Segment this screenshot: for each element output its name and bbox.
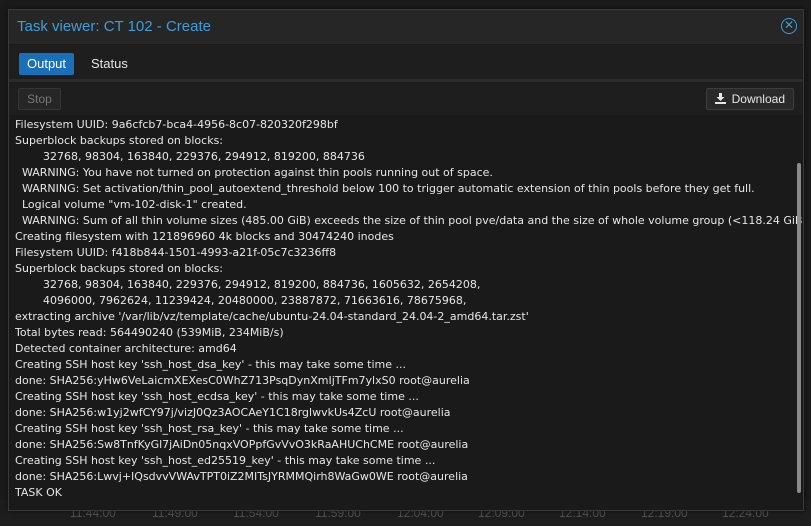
toolbar: Stop Download xyxy=(9,82,803,116)
log-lines: Filesystem UUID: 9a6cfcb7-bca4-4956-8c07… xyxy=(15,117,803,501)
log-line: WARNING: Sum of all thin volume sizes (4… xyxy=(15,214,803,227)
tab-bar: Output Status xyxy=(9,45,803,82)
log-line: Filesystem UUID: 9a6cfcb7-bca4-4956-8c07… xyxy=(15,118,338,131)
tab-output[interactable]: Output xyxy=(19,53,75,75)
log-scrollbar[interactable] xyxy=(797,163,801,493)
log-line: done: SHA256:w1yj2wfCY97j/vizJ0Qz3AOCAeY… xyxy=(15,406,451,419)
log-line: WARNING: Set activation/thin_pool_autoex… xyxy=(15,182,755,195)
log-line: 4096000, 7962624, 11239424, 20480000, 23… xyxy=(15,294,467,307)
log-line: done: SHA256:yHw6VeLaicmXEXesC0WhZ713Psq… xyxy=(15,374,470,387)
log-line: 32768, 98304, 163840, 229376, 294912, 81… xyxy=(15,278,481,291)
log-line: WARNING: You have not turned on protecti… xyxy=(15,166,493,179)
log-line: Detected container architecture: amd64 xyxy=(15,342,237,355)
log-line: done: SHA256:Lwvj+IQsdvvVWAvTPT0iZ2MITsJ… xyxy=(15,470,468,483)
log-line: Creating SSH host key 'ssh_host_ed25519_… xyxy=(15,454,436,467)
task-output-log[interactable]: Filesystem UUID: 9a6cfcb7-bca4-4956-8c07… xyxy=(9,115,803,510)
task-viewer-window: Task viewer: CT 102 - Create ✕ Output St… xyxy=(8,9,804,511)
log-line: Creating filesystem with 121896960 4k bl… xyxy=(15,230,394,243)
log-line: Filesystem UUID: f418b844-1501-4993-a21f… xyxy=(15,246,337,259)
log-line: Total bytes read: 564490240 (539MiB, 234… xyxy=(15,326,284,339)
window-titlebar: Task viewer: CT 102 - Create ✕ xyxy=(9,10,803,45)
log-line: extracting archive '/var/lib/vz/template… xyxy=(15,310,529,323)
log-line: done: SHA256:Sw8TnfKyGl7jAiDn05nqxVOPpfG… xyxy=(15,438,469,451)
log-line: TASK OK xyxy=(15,486,62,499)
log-line: Creating SSH host key 'ssh_host_dsa_key'… xyxy=(15,358,407,371)
log-line: 32768, 98304, 163840, 229376, 294912, 81… xyxy=(15,150,365,163)
log-line: Superblock backups stored on blocks: xyxy=(15,262,224,275)
download-icon xyxy=(714,93,726,104)
stop-button[interactable]: Stop xyxy=(18,88,61,110)
log-line: Creating SSH host key 'ssh_host_ecdsa_ke… xyxy=(15,390,419,403)
close-icon[interactable]: ✕ xyxy=(781,18,797,34)
window-title: Task viewer: CT 102 - Create xyxy=(17,18,211,35)
log-line: Creating SSH host key 'ssh_host_rsa_key'… xyxy=(15,422,404,435)
tab-status[interactable]: Status xyxy=(83,53,136,75)
log-line: Logical volume "vm-102-disk-1" created. xyxy=(15,198,247,211)
log-line: Superblock backups stored on blocks: xyxy=(15,134,224,147)
download-label: Download xyxy=(731,92,785,106)
download-button[interactable]: Download xyxy=(705,88,794,110)
